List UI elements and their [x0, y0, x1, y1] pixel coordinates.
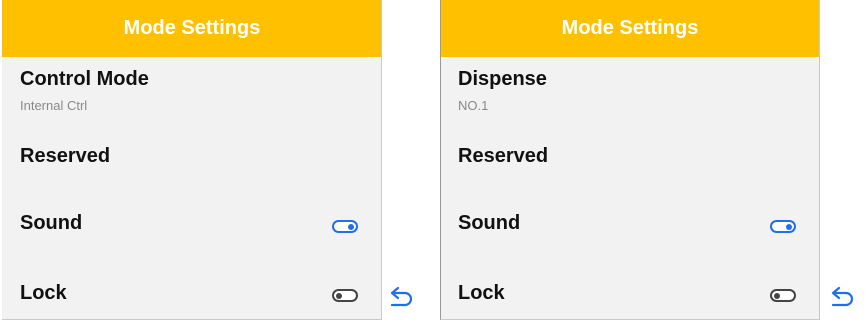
- setting-lock-label: Lock: [458, 282, 505, 304]
- setting-control-mode-value: Internal Ctrl: [20, 98, 88, 113]
- setting-sound-label: Sound: [20, 212, 83, 234]
- header-bar: Mode Settings: [440, 0, 820, 57]
- sound-toggle[interactable]: [332, 220, 358, 233]
- toggle-knob: [348, 224, 354, 230]
- header-bar: Mode Settings: [2, 0, 382, 57]
- setting-dispense[interactable]: Dispense: [458, 68, 547, 91]
- mode-settings-panel-left: Mode Settings Control Mode Internal Ctrl…: [2, 0, 382, 320]
- sound-toggle[interactable]: [770, 220, 796, 233]
- lock-toggle[interactable]: [332, 289, 358, 302]
- setting-reserved[interactable]: Reserved: [20, 145, 110, 168]
- mode-settings-panel-right: Mode Settings Dispense NO.1 Reserved Sou…: [440, 0, 820, 320]
- setting-sound-label: Sound: [458, 212, 521, 234]
- toggle-knob: [774, 293, 780, 299]
- page-title: Mode Settings: [123, 17, 261, 39]
- setting-control-mode[interactable]: Control Mode: [20, 68, 149, 91]
- toggle-knob: [336, 293, 342, 299]
- back-arrow-icon[interactable]: [388, 286, 414, 310]
- setting-reserved[interactable]: Reserved: [458, 145, 548, 168]
- toggle-knob: [786, 224, 792, 230]
- back-arrow-icon[interactable]: [829, 286, 855, 310]
- page-title: Mode Settings: [561, 17, 699, 39]
- setting-dispense-value: NO.1: [458, 98, 489, 113]
- setting-lock-label: Lock: [20, 282, 67, 304]
- lock-toggle[interactable]: [770, 289, 796, 302]
